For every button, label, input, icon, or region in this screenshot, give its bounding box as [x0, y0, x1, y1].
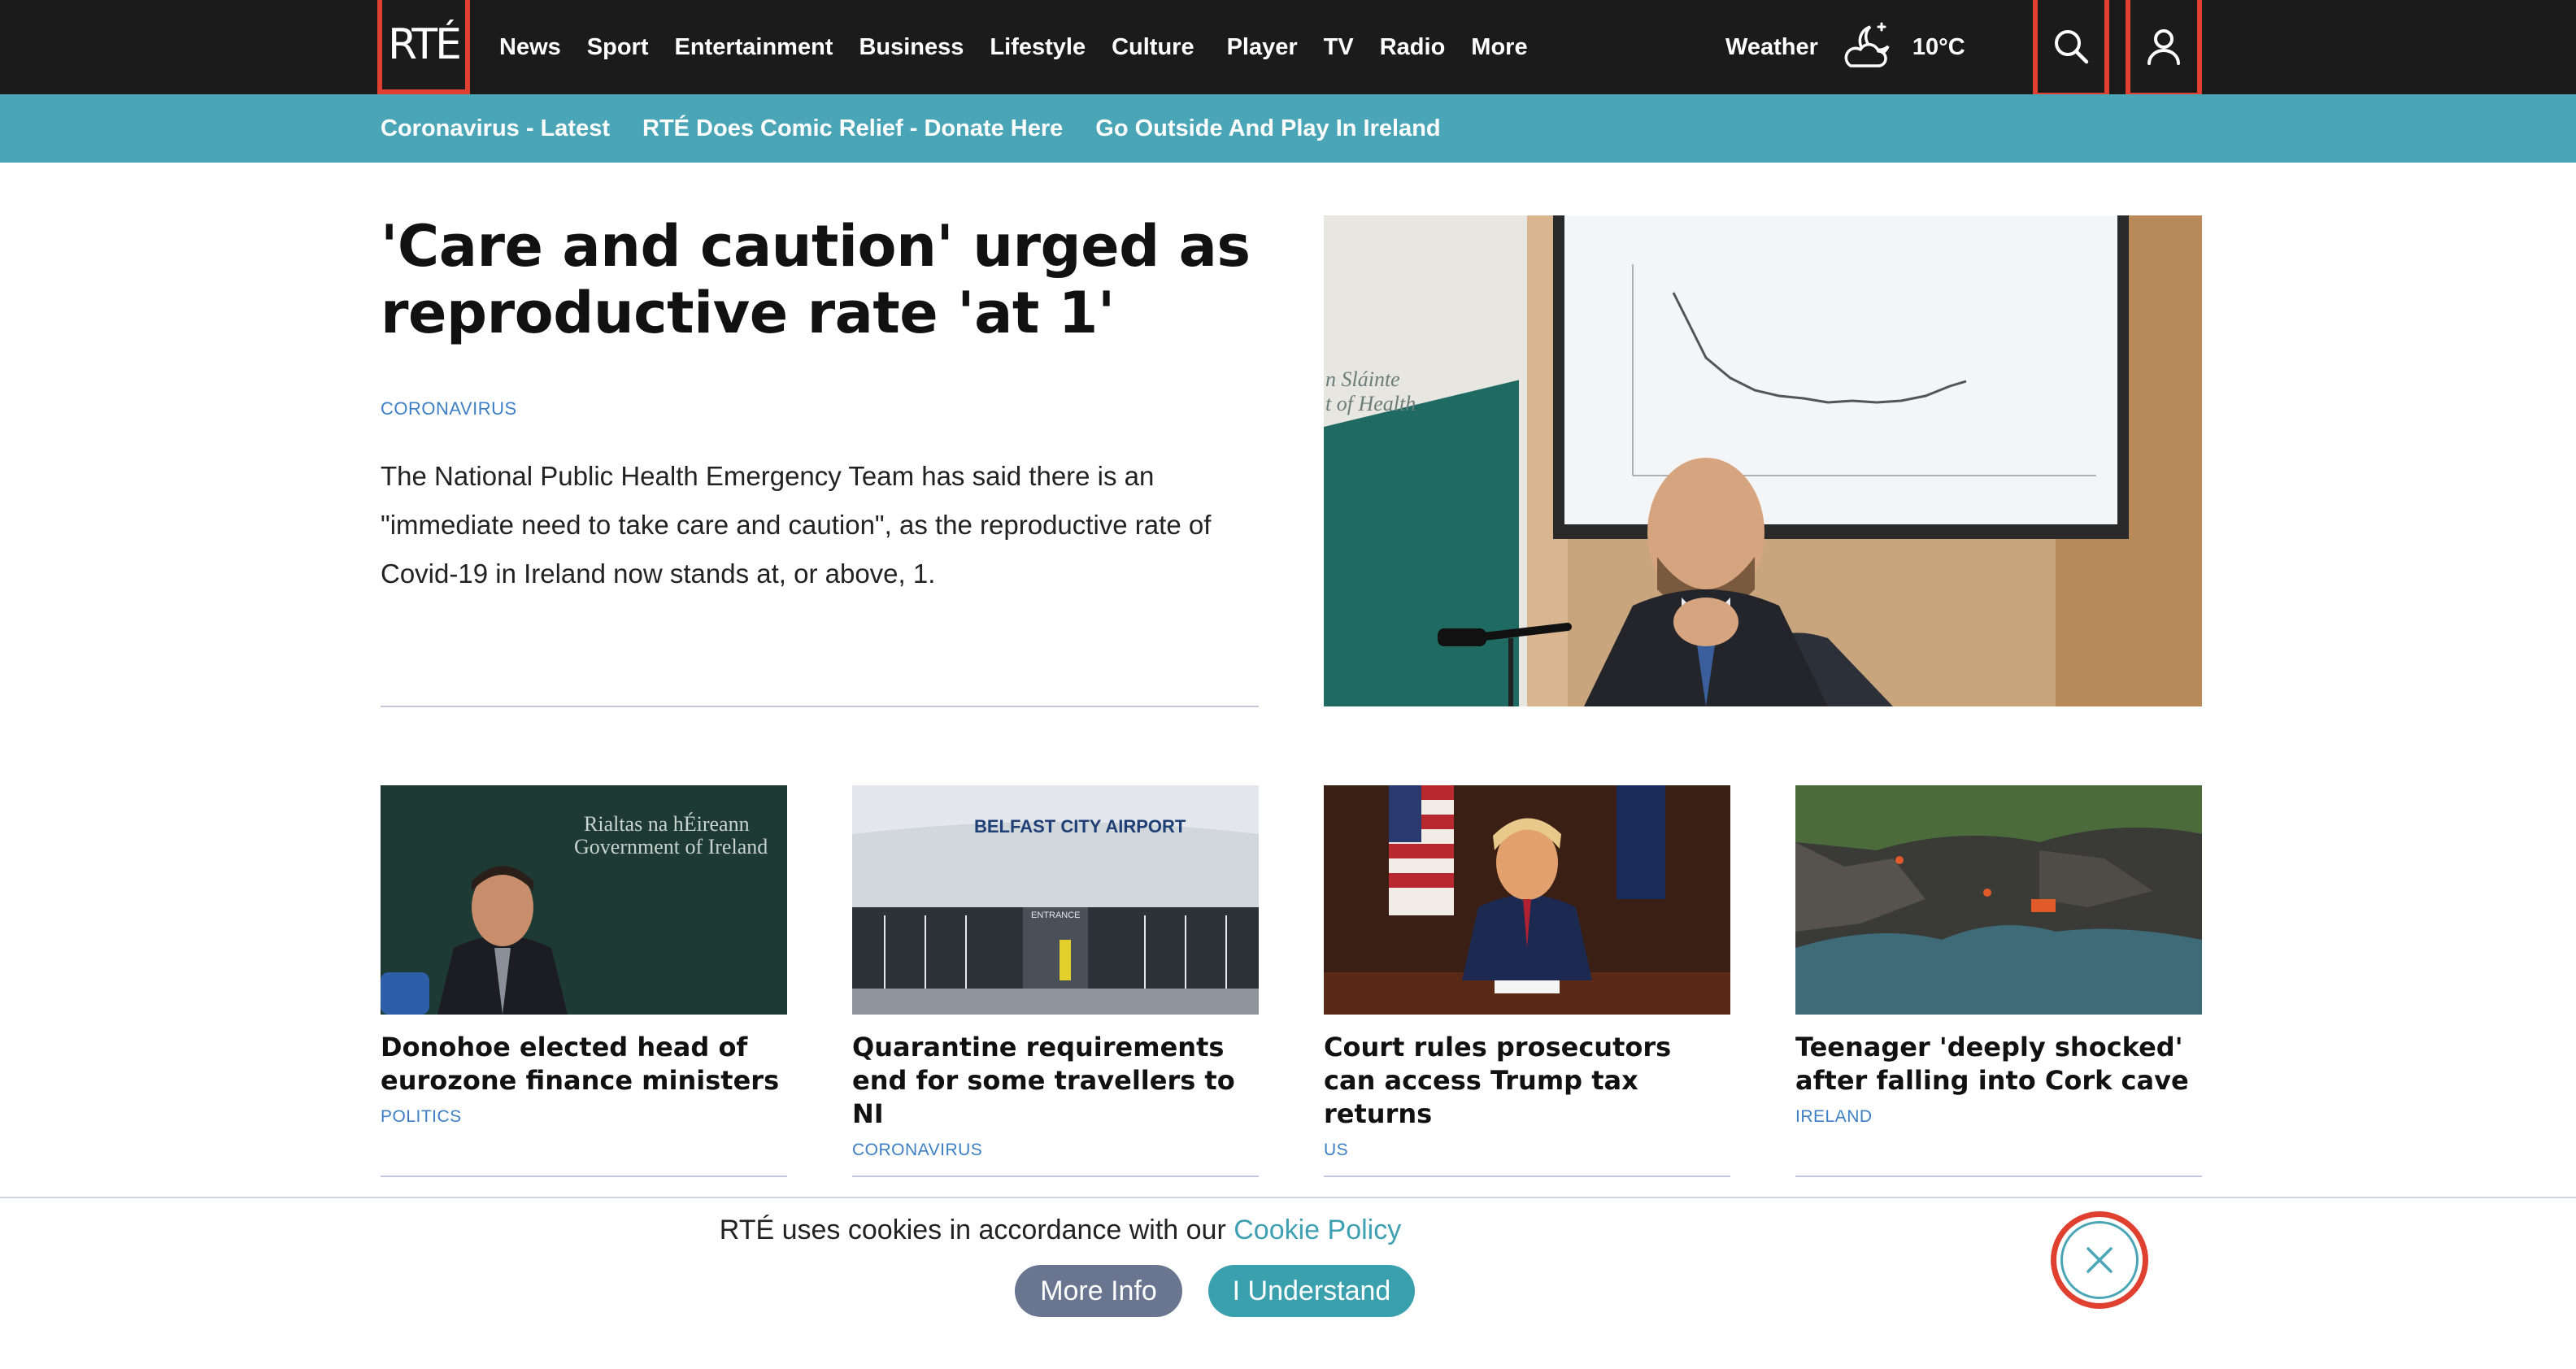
coastal-rescue-photo	[1795, 785, 2202, 1015]
cookie-close-button[interactable]	[2051, 1211, 2148, 1309]
nav-item-radio[interactable]: Radio	[1380, 34, 1446, 61]
lead-story-headline[interactable]: 'Care and caution' urged as reproductive…	[381, 213, 1275, 346]
press-briefing-photo: n Sláinte t of Health	[1324, 215, 2202, 706]
story-headline-cork-cave[interactable]: Teenager 'deeply shocked' after falling …	[1795, 1031, 2202, 1097]
nav-item-lifestyle[interactable]: Lifestyle	[990, 34, 1086, 61]
svg-text:BELFAST CITY AIRPORT: BELFAST CITY AIRPORT	[974, 816, 1186, 837]
svg-text:Government of Ireland: Government of Ireland	[574, 835, 768, 858]
cookie-close-ring	[2060, 1221, 2139, 1299]
trump-press-photo	[1324, 785, 1730, 1015]
cookie-banner: RTÉ uses cookies in accordance with our …	[0, 1197, 2576, 1369]
nav-item-entertainment[interactable]: Entertainment	[674, 34, 833, 61]
lead-story-divider	[381, 706, 1259, 707]
story-category-us[interactable]: US	[1324, 1141, 1730, 1160]
more-info-button[interactable]: More Info	[1015, 1265, 1182, 1317]
lead-story-summary: The National Public Health Emergency Tea…	[381, 461, 1212, 589]
search-button[interactable]	[2033, 0, 2109, 98]
story-divider	[1324, 1176, 1730, 1177]
account-button[interactable]	[2126, 0, 2202, 98]
trending-nav: Coronavirus - Latest RTÉ Does Comic Reli…	[0, 94, 2576, 163]
story-headline-donohoe[interactable]: Donohoe elected head of eurozone finance…	[381, 1031, 787, 1097]
main-nav: News Sport Entertainment Business Lifest…	[499, 0, 1554, 94]
nav-item-news[interactable]: News	[499, 34, 561, 61]
nav-item-culture[interactable]: Culture	[1112, 34, 1194, 61]
weather-temperature: 10°C	[1912, 33, 1965, 60]
nav-item-tv[interactable]: TV	[1324, 34, 1354, 61]
top-navigation-bar: RTÉ News Sport Entertainment Business Li…	[0, 0, 2576, 98]
logo-text: RTÉ	[388, 20, 462, 69]
nav-item-sport[interactable]: Sport	[587, 34, 649, 61]
story-image-donohoe[interactable]: Rialtas na hÉireann Government of Irelan…	[381, 785, 787, 1015]
lead-story-category[interactable]: CORONAVIRUS	[381, 398, 517, 419]
cookie-policy-link[interactable]: Cookie Policy	[1234, 1215, 1401, 1245]
close-icon	[2086, 1247, 2113, 1273]
story-card-cork-cave[interactable]: Teenager 'deeply shocked' after falling …	[1795, 785, 2202, 1127]
search-icon	[2055, 30, 2089, 64]
story-divider	[381, 1176, 787, 1177]
story-card-donohoe[interactable]: Rialtas na hÉireann Government of Irelan…	[381, 785, 787, 1127]
lead-story-image[interactable]: n Sláinte t of Health	[1324, 215, 2202, 706]
story-divider	[852, 1176, 1259, 1177]
story-image-quarantine[interactable]: BELFAST CITY AIRPORT ENTRANCE	[852, 785, 1259, 1015]
trending-link-comic-relief[interactable]: RTÉ Does Comic Relief - Donate Here	[642, 115, 1063, 142]
weather-label: Weather	[1725, 33, 1818, 60]
story-image-cork-cave[interactable]	[1795, 785, 2202, 1015]
partly-cloudy-night-icon	[1844, 22, 1890, 67]
cookie-message-text: RTÉ uses cookies in accordance with our	[719, 1215, 1234, 1245]
story-card-trump[interactable]: Court rules prosecutors can access Trump…	[1324, 785, 1730, 1160]
story-divider	[1795, 1176, 2202, 1177]
i-understand-button[interactable]: I Understand	[1208, 1265, 1415, 1317]
svg-text:Rialtas na hÉireann: Rialtas na hÉireann	[584, 812, 750, 836]
trending-link-coronavirus[interactable]: Coronavirus - Latest	[381, 115, 610, 142]
story-category-ireland[interactable]: IRELAND	[1795, 1107, 2202, 1127]
story-headline-quarantine[interactable]: Quarantine requirements end for some tra…	[852, 1031, 1259, 1131]
user-icon	[2147, 29, 2180, 65]
svg-text:t of Health: t of Health	[1325, 392, 1416, 415]
svg-text:n Sláinte: n Sláinte	[1325, 367, 1400, 391]
nav-item-business[interactable]: Business	[859, 34, 964, 61]
nav-item-player[interactable]: Player	[1227, 34, 1298, 61]
cookie-message: RTÉ uses cookies in accordance with our …	[0, 1215, 2576, 1246]
trending-link-go-outside[interactable]: Go Outside And Play In Ireland	[1095, 115, 1440, 142]
nav-item-more[interactable]: More	[1471, 34, 1527, 61]
rte-logo[interactable]: RTÉ	[377, 0, 470, 94]
story-card-quarantine[interactable]: BELFAST CITY AIRPORT ENTRANCE Quarantine…	[852, 785, 1259, 1160]
story-image-trump[interactable]	[1324, 785, 1730, 1015]
story-headline-trump[interactable]: Court rules prosecutors can access Trump…	[1324, 1031, 1730, 1131]
minister-photo: Rialtas na hÉireann Government of Irelan…	[381, 785, 787, 1015]
story-category-politics[interactable]: POLITICS	[381, 1107, 787, 1127]
story-category-coronavirus[interactable]: CORONAVIRUS	[852, 1141, 1259, 1160]
weather-widget[interactable]: Weather 10°C	[1725, 0, 1965, 94]
belfast-airport-photo: BELFAST CITY AIRPORT ENTRANCE	[852, 785, 1259, 1015]
svg-text:ENTRANCE: ENTRANCE	[1031, 910, 1081, 920]
cookie-actions: More Info I Understand	[1015, 1265, 1415, 1317]
